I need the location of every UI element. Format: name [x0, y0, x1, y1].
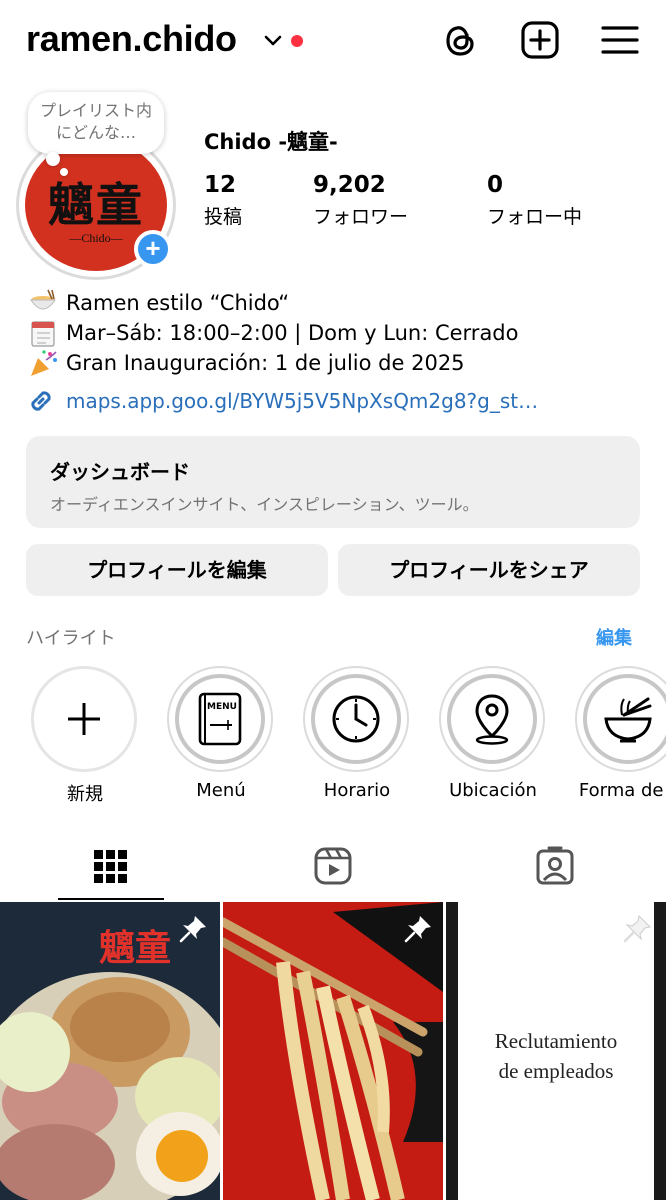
top-bar: ramen.chido: [0, 0, 666, 86]
party-popper-emoji: [31, 350, 57, 376]
post-recruitment-line-2: de empleados: [498, 1059, 614, 1083]
stat-followers-value: 9,202: [313, 172, 386, 198]
display-name: Chido -魑童-: [204, 130, 338, 154]
bio-line: Gran Inauguración: 1 de julio de 2025: [28, 348, 648, 378]
avatar-logo-text: 魑童: [48, 178, 144, 232]
highlight-label: Ubicación: [449, 780, 537, 801]
noodle-bowl-icon: [604, 697, 652, 743]
link-icon: [31, 391, 51, 411]
add-story-button[interactable]: +: [134, 230, 172, 268]
share-profile-button[interactable]: プロフィールをシェア: [338, 544, 640, 596]
pin-icon: [179, 916, 206, 943]
stat-posts[interactable]: 12 投稿: [204, 172, 242, 229]
bio-line: Mar–Sáb: 18:00–2:00 | Dom y Lun: Cerrado: [28, 318, 648, 348]
stat-posts-value: 12: [204, 172, 237, 198]
calendar-emoji: [31, 321, 55, 347]
post-recruitment-line-1: Reclutamiento: [494, 1029, 618, 1053]
plus-icon: [68, 703, 100, 735]
stat-following-label: フォロー中: [487, 206, 583, 228]
highlight-horario[interactable]: Horario: [303, 666, 411, 801]
stat-following-value: 0: [487, 172, 504, 198]
bio: Ramen estilo “Chido“ Mar–Sáb: 18:00–2:00…: [28, 288, 648, 378]
highlight-new-circle: [31, 666, 137, 772]
chevron-down-icon[interactable]: [262, 30, 284, 52]
stat-followers[interactable]: 9,202 フォロワー: [313, 172, 408, 229]
highlight-menu-circle: MENU: [167, 666, 273, 772]
threads-icon[interactable]: [440, 20, 480, 60]
bio-line-text: Ramen estilo “Chido“: [66, 291, 290, 315]
highlight-forma-de-pago[interactable]: Forma de c: [575, 666, 666, 801]
post-caption-kanji: 魑童: [99, 927, 171, 969]
edit-profile-button[interactable]: プロフィールを編集: [26, 544, 328, 596]
highlight-menu[interactable]: MENU Menú: [167, 666, 275, 801]
pin-icon: [404, 916, 431, 943]
active-tab-indicator: [58, 898, 164, 900]
username-title[interactable]: ramen.chido: [26, 18, 237, 60]
pin-icon: [623, 914, 652, 943]
menu-book-icon: MENU: [198, 692, 242, 746]
dashboard-subtitle: オーディエンスインサイト、インスピレーション、ツール。: [50, 495, 479, 514]
bio-line-text: Gran Inauguración: 1 de julio de 2025: [66, 351, 465, 375]
ramen-bowl-emoji: [30, 289, 56, 310]
bio-link[interactable]: maps.app.goo.gl/BYW5j5V5NpXsQm2g8?g_st…: [26, 386, 538, 416]
notification-dot: [291, 35, 303, 47]
highlight-forma-de-pago-circle: [575, 666, 666, 772]
stat-posts-label: 投稿: [204, 206, 243, 228]
grid-icon[interactable]: [88, 844, 132, 888]
highlight-label: 新規: [67, 784, 103, 805]
reels-icon[interactable]: [311, 844, 355, 888]
dashboard-title: ダッシュボード: [50, 460, 190, 484]
highlight-label: Horario: [323, 780, 391, 801]
highlight-label: Forma de c: [578, 780, 666, 801]
stat-following[interactable]: 0 フォロー中: [487, 172, 582, 229]
post-tile[interactable]: Reclutamiento de empleados: [446, 902, 666, 1200]
note-bubble[interactable]: プレイリスト内にどんな…: [28, 92, 164, 154]
create-plus-icon[interactable]: [520, 20, 560, 60]
menu-book-text: MENU: [207, 702, 237, 712]
post-image-ramen: 魑童: [0, 902, 220, 1200]
bio-line: Ramen estilo “Chido“: [28, 288, 648, 318]
professional-dashboard[interactable]: ダッシュボード オーディエンスインサイト、インスピレーション、ツール。: [26, 436, 640, 528]
clock-icon: [332, 695, 380, 743]
post-recruitment-text: Reclutamiento de empleados: [458, 1026, 654, 1086]
note-bubble-tail-small: [60, 168, 68, 176]
highlight-label: Menú: [196, 780, 246, 801]
location-pin-icon: [475, 694, 509, 745]
highlight-ubicacion[interactable]: Ubicación: [439, 666, 547, 801]
highlights-edit-link[interactable]: 編集: [596, 624, 632, 650]
post-tile[interactable]: 魑童: [0, 902, 220, 1200]
highlight-ubicacion-circle: [439, 666, 545, 772]
note-text: プレイリスト内にどんな…: [39, 101, 152, 142]
highlight-horario-circle: [303, 666, 409, 772]
post-tile[interactable]: [223, 902, 443, 1200]
bio-line-text: Mar–Sáb: 18:00–2:00 | Dom y Lun: Cerrado: [66, 321, 519, 345]
bio-link-text[interactable]: maps.app.goo.gl/BYW5j5V5NpXsQm2g8?g_st…: [66, 389, 538, 413]
stat-followers-label: フォロワー: [313, 206, 409, 228]
note-bubble-tail: [46, 152, 60, 166]
highlights-header: ハイライト: [26, 628, 116, 649]
highlight-new[interactable]: 新規: [31, 666, 139, 806]
post-image-noodles: [223, 902, 443, 1200]
tagged-icon[interactable]: [533, 844, 577, 888]
post-recruitment-card: Reclutamiento de empleados: [458, 902, 654, 1200]
menu-icon[interactable]: [600, 20, 640, 60]
